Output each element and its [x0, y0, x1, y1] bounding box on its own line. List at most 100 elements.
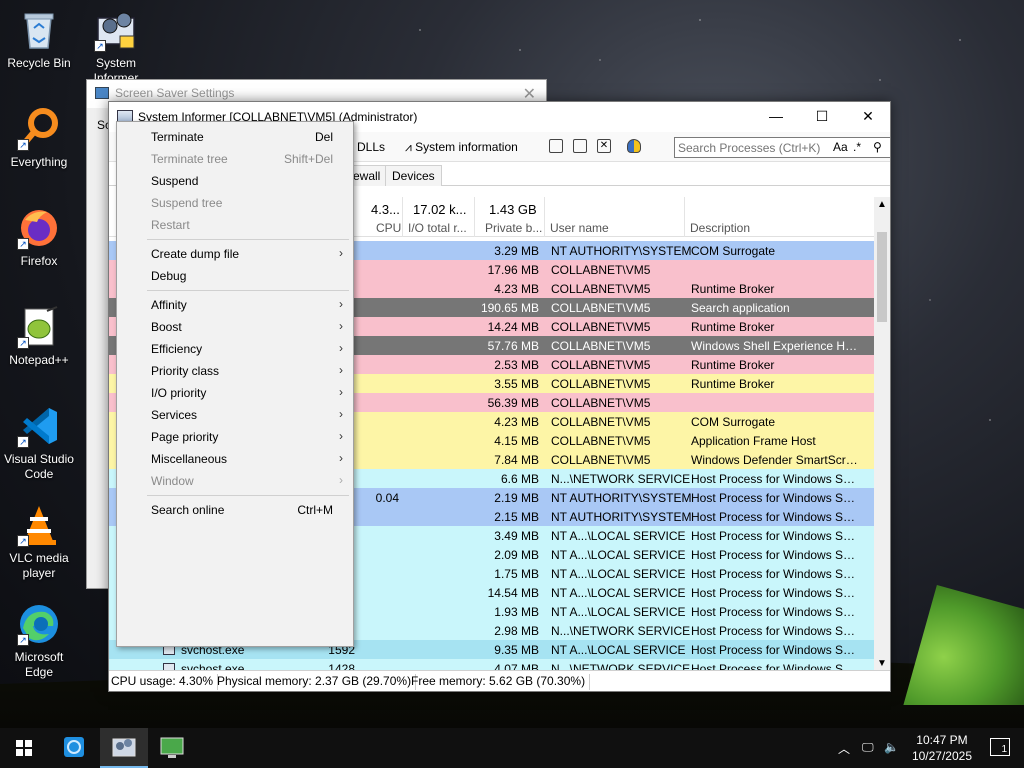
- menu-item-restart[interactable]: Restart: [117, 214, 353, 236]
- menu-item-search-online[interactable]: Search online Ctrl+M: [117, 499, 353, 521]
- status-cpu-usage: CPU usage: 4.30%: [111, 674, 219, 690]
- menu-item-boost[interactable]: Boost ›: [117, 316, 353, 338]
- notification-center-icon[interactable]: 1: [990, 738, 1010, 756]
- taskbar: ︿ 🖵 🔈 10:47 PM 10/27/2025 1: [0, 728, 1024, 768]
- menu-item-label: Debug: [151, 269, 187, 283]
- menu-item-debug[interactable]: Debug: [117, 265, 353, 287]
- search-input[interactable]: [675, 138, 825, 157]
- user-name-cell: N...\NETWORK SERVICE: [551, 472, 691, 486]
- menu-item-label: Create dump file: [151, 247, 240, 261]
- description-cell: Windows Shell Experience Host: [691, 339, 861, 353]
- menu-item-services[interactable]: Services ›: [117, 404, 353, 426]
- maximize-button[interactable]: ☐: [799, 102, 845, 132]
- system-information-button[interactable]: ⩘ System information: [405, 140, 518, 155]
- desktop-icon-notepadpp[interactable]: ↗ Notepad++: [1, 305, 77, 368]
- clock-date: 10/27/2025: [911, 749, 972, 763]
- menu-item-miscellaneous[interactable]: Miscellaneous ›: [117, 448, 353, 470]
- menu-item-suspend[interactable]: Suspend: [117, 170, 353, 192]
- minimize-button[interactable]: —: [753, 102, 799, 132]
- description-cell: Host Process for Windows Ser...: [691, 643, 861, 657]
- desktop-icon-edge[interactable]: ↗ Microsoft Edge: [1, 602, 77, 680]
- column-private-bytes[interactable]: 1.43 GB Private b...: [475, 197, 545, 237]
- chevron-right-icon: ›: [339, 341, 343, 355]
- desktop-icon-label: VLC media player: [9, 551, 69, 580]
- shield-icon[interactable]: [627, 139, 641, 153]
- search-icon[interactable]: ⚲: [873, 140, 882, 154]
- menu-item-shortcut: Del: [314, 130, 333, 144]
- scroll-up-icon[interactable]: ▲: [874, 197, 890, 213]
- chevron-right-icon: ›: [339, 407, 343, 421]
- show-hidden-icons-chevron-icon[interactable]: ︿: [838, 740, 850, 757]
- recycle-bin-icon: [17, 8, 61, 52]
- desktop-icon-label: Notepad++: [9, 353, 69, 367]
- description-cell: Host Process for Windows Ser...: [691, 567, 861, 581]
- private-bytes-cell: 9.35 MB: [494, 643, 539, 657]
- vscode-icon: ↗: [17, 404, 61, 448]
- private-bytes-cell: 3.29 MB: [494, 244, 539, 258]
- tab-devices[interactable]: Devices: [385, 165, 442, 186]
- desktop-icon-vscode[interactable]: ↗ Visual Studio Code: [1, 404, 77, 482]
- menu-item-suspend-tree[interactable]: Suspend tree: [117, 192, 353, 214]
- column-cpu[interactable]: 4.3... CPU: [355, 197, 403, 237]
- start-button[interactable]: [0, 728, 48, 768]
- search-box[interactable]: Aa .* ⚲: [674, 137, 891, 158]
- user-name-cell: COLLABNET\VM5: [551, 358, 651, 372]
- menu-separator: [147, 290, 349, 291]
- menu-item-terminate-tree[interactable]: Terminate tree Shift+Del: [117, 148, 353, 170]
- network-icon[interactable]: 🖵: [862, 740, 874, 755]
- window-icon[interactable]: [549, 139, 563, 153]
- taskbar-system-informer[interactable]: [100, 728, 148, 768]
- status-physical-memory: Physical memory: 2.37 GB (29.70%): [217, 674, 417, 690]
- menu-item-label: Terminate tree: [151, 152, 228, 166]
- regex-toggle[interactable]: .*: [853, 140, 861, 154]
- menu-item-label: Affinity: [151, 298, 187, 312]
- window-find-icon[interactable]: [573, 139, 587, 153]
- user-name-cell: N...\NETWORK SERVICE: [551, 624, 691, 638]
- chevron-right-icon: ›: [339, 385, 343, 399]
- scroll-thumb[interactable]: [877, 232, 887, 322]
- column-user-name[interactable]: User name: [545, 197, 685, 237]
- description-cell: Runtime Broker: [691, 358, 775, 372]
- description-cell: Host Process for Windows Ser...: [691, 586, 861, 600]
- menu-item-page-priority[interactable]: Page priority ›: [117, 426, 353, 448]
- description-cell: Windows Defender SmartScre...: [691, 453, 861, 467]
- clock[interactable]: 10:47 PM 10/27/2025: [912, 732, 972, 764]
- user-name-cell: COLLABNET\VM5: [551, 263, 651, 277]
- user-name-cell: COLLABNET\VM5: [551, 320, 651, 334]
- private-bytes-cell: 190.65 MB: [480, 301, 539, 315]
- close-window-icon[interactable]: ✕: [597, 139, 611, 153]
- menu-item-i-o-priority[interactable]: I/O priority ›: [117, 382, 353, 404]
- private-bytes-cell: 3.55 MB: [494, 377, 539, 391]
- vertical-scrollbar[interactable]: ▲ ▼: [874, 197, 890, 672]
- menu-item-affinity[interactable]: Affinity ›: [117, 294, 353, 316]
- chevron-right-icon: ›: [339, 473, 343, 487]
- desktop-icon-recycle-bin[interactable]: Recycle Bin: [1, 8, 77, 71]
- desktop-icon-vlc[interactable]: ↗ VLC media player: [1, 503, 77, 581]
- close-button[interactable]: ✕: [845, 102, 891, 132]
- column-description[interactable]: Description: [685, 197, 865, 237]
- desktop-icon-system-informer[interactable]: ↗ System Informer: [78, 8, 154, 86]
- taskbar-screen-saver-settings[interactable]: [148, 728, 196, 768]
- private-bytes-cell: 2.19 MB: [494, 491, 539, 505]
- taskbar-search-app[interactable]: [50, 728, 98, 768]
- volume-muted-icon[interactable]: 🔈: [884, 740, 899, 754]
- private-bytes-cell: 7.84 MB: [494, 453, 539, 467]
- column-io-total[interactable]: 17.02 k... I/O total r...: [403, 197, 475, 237]
- private-bytes-cell: 56.39 MB: [487, 396, 539, 410]
- user-name-cell: NT A...\LOCAL SERVICE: [551, 586, 686, 600]
- clock-time: 10:47 PM: [916, 733, 968, 747]
- edge-icon: ↗: [17, 602, 61, 646]
- windows-logo-icon: [16, 740, 32, 756]
- match-case-toggle[interactable]: Aa: [833, 140, 848, 154]
- menu-item-label: Efficiency: [151, 342, 203, 356]
- chevron-right-icon: ›: [339, 319, 343, 333]
- status-free-memory: Free memory: 5.62 GB (70.30%): [411, 674, 591, 690]
- menu-item-terminate[interactable]: Terminate Del: [117, 126, 353, 148]
- menu-item-efficiency[interactable]: Efficiency ›: [117, 338, 353, 360]
- menu-item-create-dump-file[interactable]: Create dump file ›: [117, 243, 353, 265]
- menu-item-window[interactable]: Window ›: [117, 470, 353, 492]
- desktop-icon-firefox[interactable]: ↗ Firefox: [1, 206, 77, 269]
- notification-count: 1: [1001, 744, 1007, 755]
- desktop-icon-everything[interactable]: ↗ Everything: [1, 107, 77, 170]
- menu-item-priority-class[interactable]: Priority class ›: [117, 360, 353, 382]
